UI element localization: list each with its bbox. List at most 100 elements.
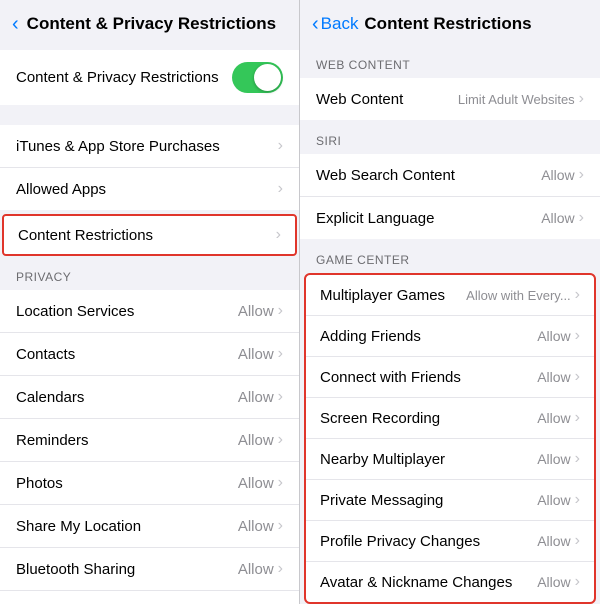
avatar-nickname-changes-chevron-icon: › bbox=[575, 573, 580, 591]
share-my-location-chevron-icon: › bbox=[278, 517, 283, 535]
avatar-nickname-changes-row[interactable]: Avatar & Nickname Changes Allow › bbox=[306, 562, 594, 602]
right-header: ‹ Back Content Restrictions bbox=[300, 0, 600, 44]
itunes-purchases-chevron-icon: › bbox=[278, 137, 283, 155]
location-services-row[interactable]: Location Services Allow › bbox=[0, 290, 299, 333]
screen-recording-label: Screen Recording bbox=[320, 410, 440, 427]
connect-with-friends-chevron-icon: › bbox=[575, 368, 580, 386]
game-center-section-label: GAME CENTER bbox=[300, 239, 600, 273]
multiplayer-games-row[interactable]: Multiplayer Games Allow with Every... › bbox=[306, 275, 594, 316]
adding-friends-label: Adding Friends bbox=[320, 328, 421, 345]
reminders-value: Allow bbox=[238, 432, 274, 449]
contacts-row[interactable]: Contacts Allow › bbox=[0, 333, 299, 376]
share-my-location-value: Allow bbox=[238, 518, 274, 535]
multiplayer-games-value: Allow with Every... bbox=[466, 288, 571, 303]
itunes-purchases-row[interactable]: iTunes & App Store Purchases › bbox=[0, 125, 299, 168]
right-back-label: Back bbox=[321, 14, 359, 34]
siri-group: Web Search Content Allow › Explicit Lang… bbox=[300, 154, 600, 239]
calendars-value: Allow bbox=[238, 389, 274, 406]
location-services-label: Location Services bbox=[16, 303, 134, 320]
allowed-apps-row[interactable]: Allowed Apps › bbox=[0, 168, 299, 210]
multiplayer-games-chevron-icon: › bbox=[575, 286, 580, 304]
microphone-row[interactable]: Microphone Allow › bbox=[0, 591, 299, 604]
connect-with-friends-label: Connect with Friends bbox=[320, 369, 461, 386]
private-messaging-chevron-icon: › bbox=[575, 491, 580, 509]
multiplayer-games-label: Multiplayer Games bbox=[320, 287, 445, 304]
location-services-value: Allow bbox=[238, 303, 274, 320]
connect-with-friends-value: Allow bbox=[537, 369, 570, 385]
right-header-title: Content Restrictions bbox=[364, 14, 531, 34]
toggle-section: Content & Privacy Restrictions bbox=[0, 50, 299, 105]
web-search-content-value: Allow bbox=[541, 167, 574, 183]
bluetooth-sharing-row[interactable]: Bluetooth Sharing Allow › bbox=[0, 548, 299, 591]
reminders-label: Reminders bbox=[16, 432, 89, 449]
web-content-chevron-icon: › bbox=[579, 90, 584, 108]
content-restrictions-label: Content Restrictions bbox=[18, 227, 153, 244]
connect-with-friends-row[interactable]: Connect with Friends Allow › bbox=[306, 357, 594, 398]
content-restrictions-chevron-icon: › bbox=[276, 226, 281, 244]
web-content-value: Limit Adult Websites bbox=[458, 92, 575, 107]
content-restrictions-wrapper: Content Restrictions › bbox=[0, 214, 299, 256]
profile-privacy-changes-row[interactable]: Profile Privacy Changes Allow › bbox=[306, 521, 594, 562]
profile-privacy-changes-chevron-icon: › bbox=[575, 532, 580, 550]
private-messaging-label: Private Messaging bbox=[320, 492, 443, 509]
bluetooth-sharing-label: Bluetooth Sharing bbox=[16, 561, 135, 578]
content-restrictions-row[interactable]: Content Restrictions › bbox=[2, 214, 297, 256]
location-services-chevron-icon: › bbox=[278, 302, 283, 320]
left-header: ‹ Content & Privacy Restrictions bbox=[0, 0, 299, 44]
web-search-content-label: Web Search Content bbox=[316, 167, 455, 184]
nearby-multiplayer-chevron-icon: › bbox=[575, 450, 580, 468]
private-messaging-row[interactable]: Private Messaging Allow › bbox=[306, 480, 594, 521]
calendars-row[interactable]: Calendars Allow › bbox=[0, 376, 299, 419]
explicit-language-label: Explicit Language bbox=[316, 210, 434, 227]
bluetooth-sharing-chevron-icon: › bbox=[278, 560, 283, 578]
main-menu-group: iTunes & App Store Purchases › Allowed A… bbox=[0, 125, 299, 210]
right-back-button[interactable]: ‹ Back bbox=[312, 13, 358, 36]
web-content-group: Web Content Limit Adult Websites › bbox=[300, 78, 600, 120]
web-search-content-row[interactable]: Web Search Content Allow › bbox=[300, 154, 600, 197]
bluetooth-sharing-value: Allow bbox=[238, 561, 274, 578]
photos-value: Allow bbox=[238, 475, 274, 492]
adding-friends-row[interactable]: Adding Friends Allow › bbox=[306, 316, 594, 357]
web-content-row[interactable]: Web Content Limit Adult Websites › bbox=[300, 78, 600, 120]
profile-privacy-changes-value: Allow bbox=[537, 533, 570, 549]
avatar-nickname-changes-value: Allow bbox=[537, 574, 570, 590]
adding-friends-value: Allow bbox=[537, 328, 570, 344]
profile-privacy-changes-label: Profile Privacy Changes bbox=[320, 533, 480, 550]
right-back-chevron-icon: ‹ bbox=[312, 13, 319, 36]
avatar-nickname-changes-label: Avatar & Nickname Changes bbox=[320, 574, 512, 591]
nearby-multiplayer-row[interactable]: Nearby Multiplayer Allow › bbox=[306, 439, 594, 480]
contacts-label: Contacts bbox=[16, 346, 75, 363]
toggle-label: Content & Privacy Restrictions bbox=[16, 69, 219, 86]
contacts-chevron-icon: › bbox=[278, 345, 283, 363]
toggle-switch[interactable] bbox=[232, 62, 283, 93]
calendars-label: Calendars bbox=[16, 389, 84, 406]
privacy-group: Location Services Allow › Contacts Allow… bbox=[0, 290, 299, 604]
photos-label: Photos bbox=[16, 475, 63, 492]
share-my-location-row[interactable]: Share My Location Allow › bbox=[0, 505, 299, 548]
explicit-language-value: Allow bbox=[541, 210, 574, 226]
photos-row[interactable]: Photos Allow › bbox=[0, 462, 299, 505]
explicit-language-row[interactable]: Explicit Language Allow › bbox=[300, 197, 600, 239]
allowed-apps-chevron-icon: › bbox=[278, 180, 283, 198]
left-back-button[interactable]: ‹ bbox=[12, 14, 21, 34]
photos-chevron-icon: › bbox=[278, 474, 283, 492]
privacy-section-label: PRIVACY bbox=[0, 256, 299, 290]
explicit-language-chevron-icon: › bbox=[579, 209, 584, 227]
right-panel: ‹ Back Content Restrictions WEB CONTENT … bbox=[300, 0, 600, 604]
share-my-location-label: Share My Location bbox=[16, 518, 141, 535]
game-center-group: Multiplayer Games Allow with Every... › … bbox=[304, 273, 596, 604]
web-content-section-label: WEB CONTENT bbox=[300, 44, 600, 78]
toggle-row: Content & Privacy Restrictions bbox=[16, 50, 283, 105]
private-messaging-value: Allow bbox=[537, 492, 570, 508]
web-content-label: Web Content bbox=[316, 91, 403, 108]
nearby-multiplayer-label: Nearby Multiplayer bbox=[320, 451, 445, 468]
left-header-title: Content & Privacy Restrictions bbox=[27, 14, 276, 34]
contacts-value: Allow bbox=[238, 346, 274, 363]
reminders-chevron-icon: › bbox=[278, 431, 283, 449]
calendars-chevron-icon: › bbox=[278, 388, 283, 406]
reminders-row[interactable]: Reminders Allow › bbox=[0, 419, 299, 462]
screen-recording-value: Allow bbox=[537, 410, 570, 426]
screen-recording-row[interactable]: Screen Recording Allow › bbox=[306, 398, 594, 439]
screen-recording-chevron-icon: › bbox=[575, 409, 580, 427]
adding-friends-chevron-icon: › bbox=[575, 327, 580, 345]
